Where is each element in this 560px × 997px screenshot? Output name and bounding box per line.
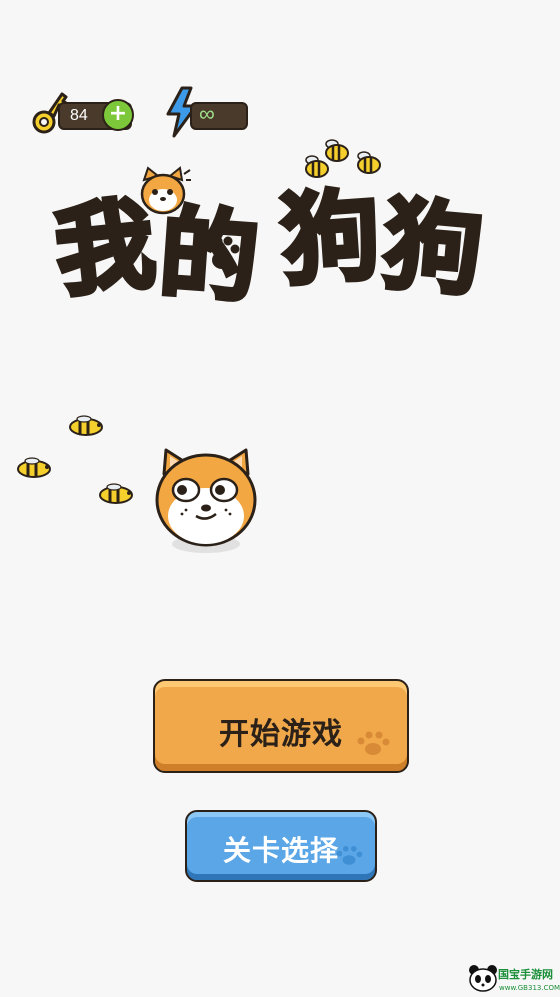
- watermark-name: 国宝手游网: [498, 968, 553, 981]
- title-char-3: 狗: [276, 176, 387, 302]
- bee-icon: [99, 483, 133, 504]
- energy-value: ∞: [199, 101, 215, 126]
- title-char-4: 狗: [377, 185, 490, 312]
- bee-icon: [357, 151, 381, 174]
- start-game-button[interactable]: 开始游戏: [153, 679, 409, 773]
- add-keys-button[interactable]: +: [102, 99, 134, 131]
- panda-logo-icon: [469, 965, 497, 992]
- bee-icon: [17, 457, 51, 478]
- watermark-url: www.GB313.COM: [499, 984, 560, 992]
- level-select-button[interactable]: 关卡选择: [185, 810, 377, 882]
- bee-icon: [325, 139, 349, 162]
- paw-print-decoration: [357, 731, 390, 755]
- bee-icon: [69, 415, 103, 436]
- dog-face-icon: [140, 166, 191, 215]
- key-count: 84: [70, 107, 88, 124]
- dog-character: [155, 448, 257, 553]
- paw-icon: [205, 236, 240, 269]
- paw-print-decoration: [336, 846, 363, 865]
